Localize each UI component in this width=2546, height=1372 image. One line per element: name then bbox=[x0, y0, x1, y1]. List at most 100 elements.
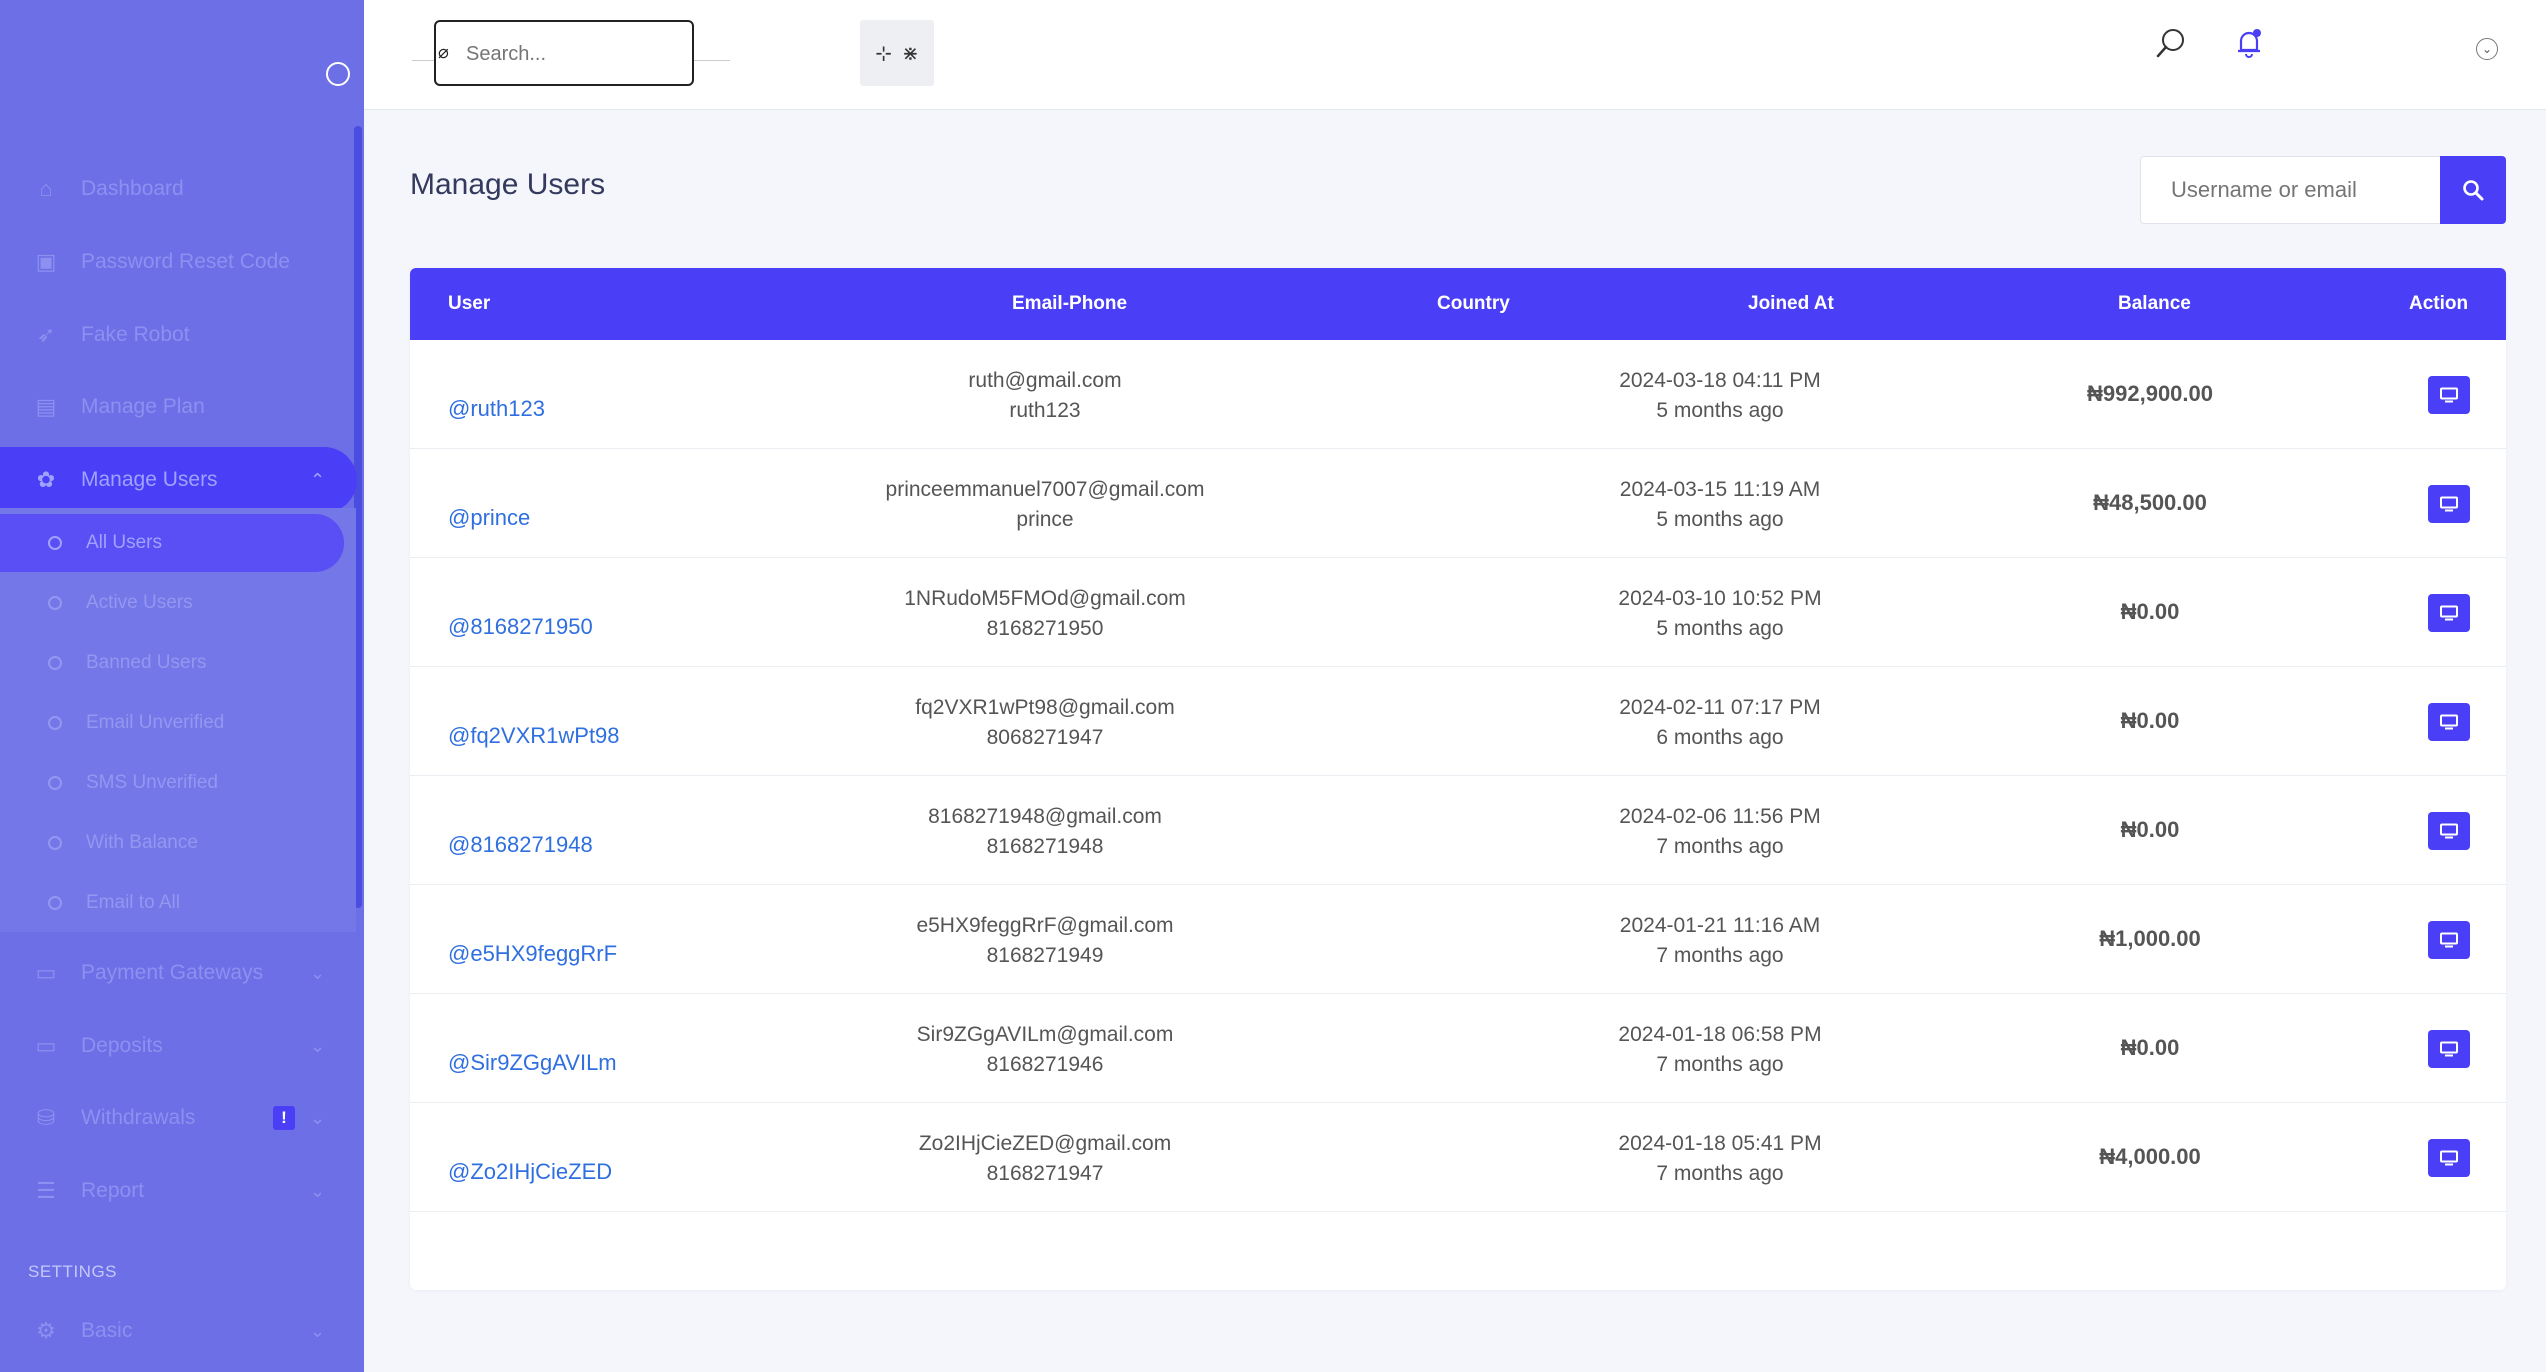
desktop-icon bbox=[2440, 823, 2458, 839]
joined-ago-text: 7 months ago bbox=[1656, 1053, 1784, 1076]
sidebar-item-payment-gateways[interactable]: ▭ Payment Gateways ⌄ bbox=[0, 940, 356, 1006]
divider bbox=[694, 60, 730, 61]
briefcase-icon: ▤ bbox=[35, 394, 57, 419]
balance-cell: ₦0.00 bbox=[2120, 1035, 2180, 1060]
user-link[interactable]: @ruth123 bbox=[448, 396, 545, 422]
view-details-button[interactable] bbox=[2428, 812, 2470, 850]
email-text: fq2VXR1wPt98@gmail.com bbox=[915, 696, 1175, 719]
sidebar-item-manage-plan[interactable]: ▤ Manage Plan bbox=[0, 374, 356, 440]
joined-ago-text: 5 months ago bbox=[1656, 399, 1784, 422]
user-menu-chevron-icon[interactable]: ⌄ bbox=[2476, 38, 2498, 60]
submenu-item-active-users[interactable]: Active Users bbox=[0, 574, 344, 632]
desktop-icon bbox=[2440, 387, 2458, 403]
view-details-button[interactable] bbox=[2428, 594, 2470, 632]
sidebar-item-manage-users[interactable]: ✿ Manage Users ⌃ bbox=[0, 447, 357, 513]
sidebar-toggle-icon[interactable] bbox=[326, 62, 350, 86]
user-link[interactable]: @fq2VXR1wPt98 bbox=[448, 723, 620, 749]
sidebar-item-basic[interactable]: ⚙ Basic ⌄ bbox=[0, 1298, 356, 1364]
submenu-item-banned-users[interactable]: Banned Users bbox=[0, 634, 344, 692]
sidebar-item-password-reset-code[interactable]: ▣ Password Reset Code bbox=[0, 229, 356, 295]
view-details-button[interactable] bbox=[2428, 703, 2470, 741]
user-search-button[interactable] bbox=[2440, 156, 2506, 224]
column-header-action: Action bbox=[2409, 293, 2469, 314]
table-row: @prince princeemmanuel7007@gmail.com princ… bbox=[410, 449, 2506, 558]
email-text: 1NRudoM5FMOd@gmail.com bbox=[904, 587, 1186, 610]
fullscreen-button[interactable]: ⊹ ⋇ bbox=[860, 20, 934, 86]
joined-at-cell: 2024-03-10 10:52 PM 5 months ago bbox=[1580, 584, 1860, 644]
sidebar-item-dashboard[interactable]: ⌂ Dashboard bbox=[0, 156, 356, 222]
circle-icon bbox=[48, 836, 62, 850]
view-details-button[interactable] bbox=[2428, 921, 2470, 959]
email-phone-cell: Sir9ZGgAVILm@gmail.com 8168271946 bbox=[870, 1020, 1220, 1080]
joined-ago-text: 7 months ago bbox=[1656, 835, 1784, 858]
user-link[interactable]: @Sir9ZGgAVILm bbox=[448, 1050, 617, 1076]
submenu-manage-users: All Users Active Users Banned Users Emai… bbox=[0, 508, 356, 932]
joined-date-text: 2024-01-21 11:16 AM bbox=[1619, 914, 1821, 937]
table-row: @Zo2IHjCieZED Zo2IHjCieZED@gmail.com 81682… bbox=[410, 1103, 2506, 1212]
user-link[interactable]: @e5HX9feggRrF bbox=[448, 941, 617, 967]
view-details-button[interactable] bbox=[2428, 376, 2470, 414]
desktop-icon bbox=[2440, 1150, 2458, 1166]
joined-at-cell: 2024-01-18 05:41 PM 7 months ago bbox=[1580, 1129, 1860, 1189]
submenu-item-email-to-all[interactable]: Email to All bbox=[0, 874, 344, 932]
desktop-icon bbox=[2440, 605, 2458, 621]
joined-at-cell: 2024-03-15 11:19 AM 5 months ago bbox=[1580, 475, 1860, 535]
circle-icon bbox=[48, 776, 62, 790]
sidebar-item-deposits[interactable]: ▭ Deposits ⌄ bbox=[0, 1013, 356, 1079]
table-row: @ruth123 ruth@gmail.com ruth123 2024-03-18 … bbox=[410, 340, 2506, 449]
desktop-icon bbox=[2440, 496, 2458, 512]
chevron-down-icon: ⌄ bbox=[310, 962, 326, 983]
joined-date-text: 2024-03-15 11:19 AM bbox=[1619, 478, 1821, 501]
user-search-form bbox=[2140, 156, 2512, 224]
chevron-up-icon: ⌃ bbox=[310, 469, 326, 490]
desktop-icon bbox=[2440, 932, 2458, 948]
email-phone-cell: fq2VXR1wPt98@gmail.com 8068271947 bbox=[870, 693, 1220, 753]
global-search-input[interactable] bbox=[466, 38, 686, 70]
phone-text: 8168271949 bbox=[986, 944, 1104, 967]
user-link[interactable]: @Zo2IHjCieZED bbox=[448, 1159, 612, 1185]
column-header-balance: Balance bbox=[2118, 293, 2191, 314]
submenu-item-email-unverified[interactable]: Email Unverified bbox=[0, 694, 344, 752]
email-phone-cell: princeemmanuel7007@gmail.com prince bbox=[870, 475, 1220, 535]
column-header-email-phone: Email-Phone bbox=[1012, 293, 1128, 314]
column-header-country: Country bbox=[1437, 293, 1510, 314]
email-text: Zo2IHjCieZED@gmail.com bbox=[918, 1132, 1172, 1155]
view-details-button[interactable] bbox=[2428, 485, 2470, 523]
circle-icon bbox=[48, 896, 62, 910]
email-phone-cell: 8168271948@gmail.com 8168271948 bbox=[870, 802, 1220, 862]
view-details-button[interactable] bbox=[2428, 1030, 2470, 1068]
joined-date-text: 2024-02-11 07:17 PM bbox=[1619, 696, 1821, 719]
sidebar-item-report[interactable]: ☰ Report ⌄ bbox=[0, 1158, 356, 1224]
submenu-item-sms-unverified[interactable]: SMS Unverified bbox=[0, 754, 344, 812]
sidebar-item-withdrawals[interactable]: ⛁ Withdrawals ! ⌄ bbox=[0, 1085, 356, 1151]
view-details-button[interactable] bbox=[2428, 1139, 2470, 1177]
page-title: Manage Users bbox=[410, 168, 606, 201]
user-link[interactable]: @prince bbox=[448, 505, 530, 531]
joined-ago-text: 6 months ago bbox=[1656, 726, 1784, 749]
desktop-icon bbox=[2440, 714, 2458, 730]
balance-cell: ₦992,900.00 bbox=[2087, 381, 2213, 406]
joined-at-cell: 2024-03-18 04:11 PM 5 months ago bbox=[1580, 366, 1860, 426]
collapse-icon: ⋇ bbox=[902, 42, 919, 65]
submenu-item-all-users[interactable]: All Users bbox=[0, 514, 344, 572]
email-text: ruth@gmail.com bbox=[968, 369, 1122, 392]
table-header: User Email-Phone Country Joined At Balan… bbox=[410, 268, 2506, 340]
global-search-box[interactable]: ⌀ bbox=[434, 20, 694, 86]
table-row: @e5HX9feggRrF e5HX9feggRrF@gmail.com 81682… bbox=[410, 885, 2506, 994]
user-link[interactable]: @8168271948 bbox=[448, 832, 593, 858]
balance-cell: ₦1,000.00 bbox=[2099, 926, 2201, 951]
submenu-item-with-balance[interactable]: With Balance bbox=[0, 814, 344, 872]
joined-date-text: 2024-03-10 10:52 PM bbox=[1618, 587, 1822, 610]
circle-icon bbox=[48, 536, 62, 550]
email-phone-cell: 1NRudoM5FMOd@gmail.com 8168271950 bbox=[870, 584, 1220, 644]
user-search-input[interactable] bbox=[2140, 156, 2440, 224]
search-icon: ⌀ bbox=[438, 42, 449, 62]
phone-text: prince bbox=[1016, 508, 1074, 531]
search-icon[interactable] bbox=[2154, 26, 2188, 60]
bell-icon[interactable] bbox=[2232, 26, 2266, 60]
credit-card-icon: ▭ bbox=[35, 960, 57, 985]
sidebar-item-fake-robot[interactable]: ➶ Fake Robot bbox=[0, 302, 356, 368]
warning-badge: ! bbox=[273, 1106, 295, 1130]
joined-date-text: 2024-01-18 05:41 PM bbox=[1618, 1132, 1822, 1155]
user-link[interactable]: @8168271950 bbox=[448, 614, 593, 640]
